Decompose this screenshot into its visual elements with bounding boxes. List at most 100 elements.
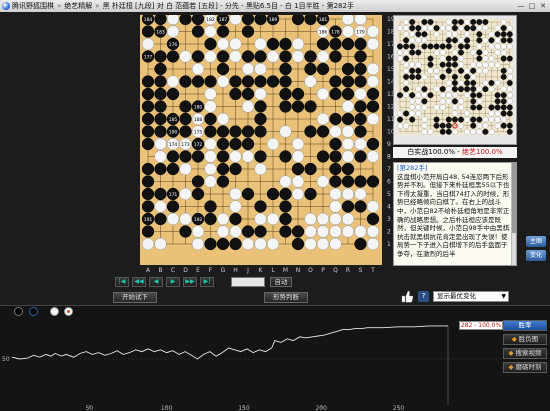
mini-black-stone	[421, 86, 428, 93]
mini-black-stone	[409, 19, 416, 25]
mini-black-stone	[464, 73, 471, 80]
black-stone	[279, 87, 292, 101]
black-stone	[179, 150, 192, 163]
next-move-button[interactable]: ▶	[166, 277, 180, 287]
black-stone	[241, 137, 255, 151]
win-loss-chart-button[interactable]: ◆ 胜负图	[503, 334, 547, 345]
mini-white-stone	[488, 43, 495, 50]
mini-white-stone	[458, 61, 464, 68]
col-label: O	[308, 267, 313, 274]
black-stone	[179, 225, 192, 238]
move-number: 182	[206, 17, 215, 23]
judge-position-button[interactable]: 形势判断	[264, 292, 308, 303]
white-stone	[191, 62, 205, 76]
mini-black-stone	[458, 116, 464, 123]
go-board[interactable]: A B C D E F G H J K L M N O P Q R S T 19 18 17 16 15 14 13 12 11 10 9…	[140, 15, 396, 277]
auto-play-button[interactable]: 自动	[270, 277, 292, 287]
move-slider[interactable]	[231, 277, 265, 287]
black-stone	[216, 150, 230, 163]
mini-black-stone	[445, 122, 452, 129]
black-stone	[229, 212, 242, 226]
mini-white-stone	[433, 86, 440, 93]
win-rate-chart[interactable]: 50 50 100 150 200 250	[0, 305, 505, 411]
mini-black-stone	[409, 116, 416, 123]
mini-white-stone	[409, 104, 416, 111]
last-move-button[interactable]: ▶|	[200, 277, 214, 287]
black-stone	[354, 200, 367, 213]
black-stone	[366, 87, 380, 101]
black-stone	[191, 25, 205, 38]
prev-move-button[interactable]: ◀	[149, 277, 163, 287]
white-stone	[279, 125, 292, 138]
row-label: 8	[387, 154, 391, 161]
white-stone	[266, 212, 280, 226]
black-stone	[154, 125, 167, 138]
move-number: 171	[169, 192, 178, 198]
search-video-button[interactable]: ◆ 搜索视频	[503, 348, 547, 359]
variation-button[interactable]: 变化	[526, 250, 546, 261]
mini-white-stone	[464, 19, 471, 25]
white-stone	[141, 237, 155, 251]
win-rate-summary: 白实战100.0% - 绝艺100.0%	[393, 147, 517, 158]
mini-black-stone	[458, 43, 464, 50]
white-stone	[291, 175, 305, 188]
black-stone	[266, 75, 280, 88]
display-mode-select[interactable]: 显示最优变化 ▼	[433, 291, 509, 302]
commentary-panel[interactable]: [第282手] 这盘棋小范开局白48, 54连忍两下后形势并不利。但接下来朴廷桓…	[393, 162, 517, 266]
go-board-canvas[interactable]: A B C D E F G H J K L M N O P Q R S T191817161514131211109…	[140, 15, 396, 277]
mini-black-stone	[451, 98, 458, 105]
mini-white-stone	[494, 80, 501, 86]
black-stone	[291, 162, 305, 176]
start-trial-button[interactable]: 开始试下	[113, 292, 157, 303]
main-view-button[interactable]: 主图	[526, 236, 546, 247]
mini-black-stone	[488, 37, 495, 44]
white-stone	[354, 15, 367, 26]
mini-white-stone	[494, 116, 501, 123]
mini-board[interactable]	[393, 15, 517, 145]
mini-black-stone	[415, 49, 422, 56]
key-moments-button[interactable]: ◆ 磨砺时刻	[503, 362, 547, 373]
thumb-up-icon[interactable]	[401, 290, 413, 303]
mini-black-stone	[403, 86, 410, 93]
mini-white-stone	[445, 80, 452, 86]
mini-white-stone	[482, 80, 489, 86]
comment-scrollbar[interactable]	[511, 163, 516, 265]
win-rate-tab[interactable]: 胜率	[503, 320, 547, 331]
black-stone	[191, 175, 205, 188]
mini-white-stone	[433, 73, 440, 80]
black-stone	[291, 87, 305, 101]
mini-white-stone	[494, 61, 501, 68]
row-label: 6	[387, 179, 391, 186]
black-stone	[141, 200, 155, 213]
close-icon[interactable]: ✕	[538, 1, 548, 11]
minimize-icon[interactable]: —	[516, 1, 526, 11]
col-label: R	[346, 267, 350, 274]
mini-black-stone	[470, 104, 477, 111]
mini-white-stone	[488, 61, 495, 68]
mini-white-stone	[433, 49, 440, 56]
mini-black-stone	[451, 116, 458, 123]
mini-white-stone	[458, 104, 464, 111]
row-label: 7	[387, 166, 391, 173]
mini-white-stone	[415, 98, 422, 105]
black-stone	[204, 212, 217, 226]
mini-white-stone	[458, 55, 464, 62]
black-stone	[216, 137, 230, 151]
black-stone	[354, 50, 367, 63]
maximize-icon[interactable]: □	[527, 1, 537, 11]
mini-white-stone	[409, 61, 416, 68]
white-stone	[204, 100, 217, 113]
fast-forward-button[interactable]: ▶▶	[183, 277, 197, 287]
black-stone	[254, 100, 267, 113]
black-stone	[166, 50, 180, 63]
mini-white-stone	[403, 49, 410, 56]
black-stone	[291, 15, 305, 26]
help-button[interactable]: ?	[418, 291, 429, 302]
mini-board-canvas	[397, 19, 513, 135]
white-stone	[304, 225, 317, 238]
scroll-thumb[interactable]	[512, 163, 516, 233]
rewind-button[interactable]: ◀◀	[132, 277, 146, 287]
mini-black-stone	[409, 49, 416, 56]
first-move-button[interactable]: |◀	[115, 277, 129, 287]
mini-white-stone	[415, 86, 422, 93]
